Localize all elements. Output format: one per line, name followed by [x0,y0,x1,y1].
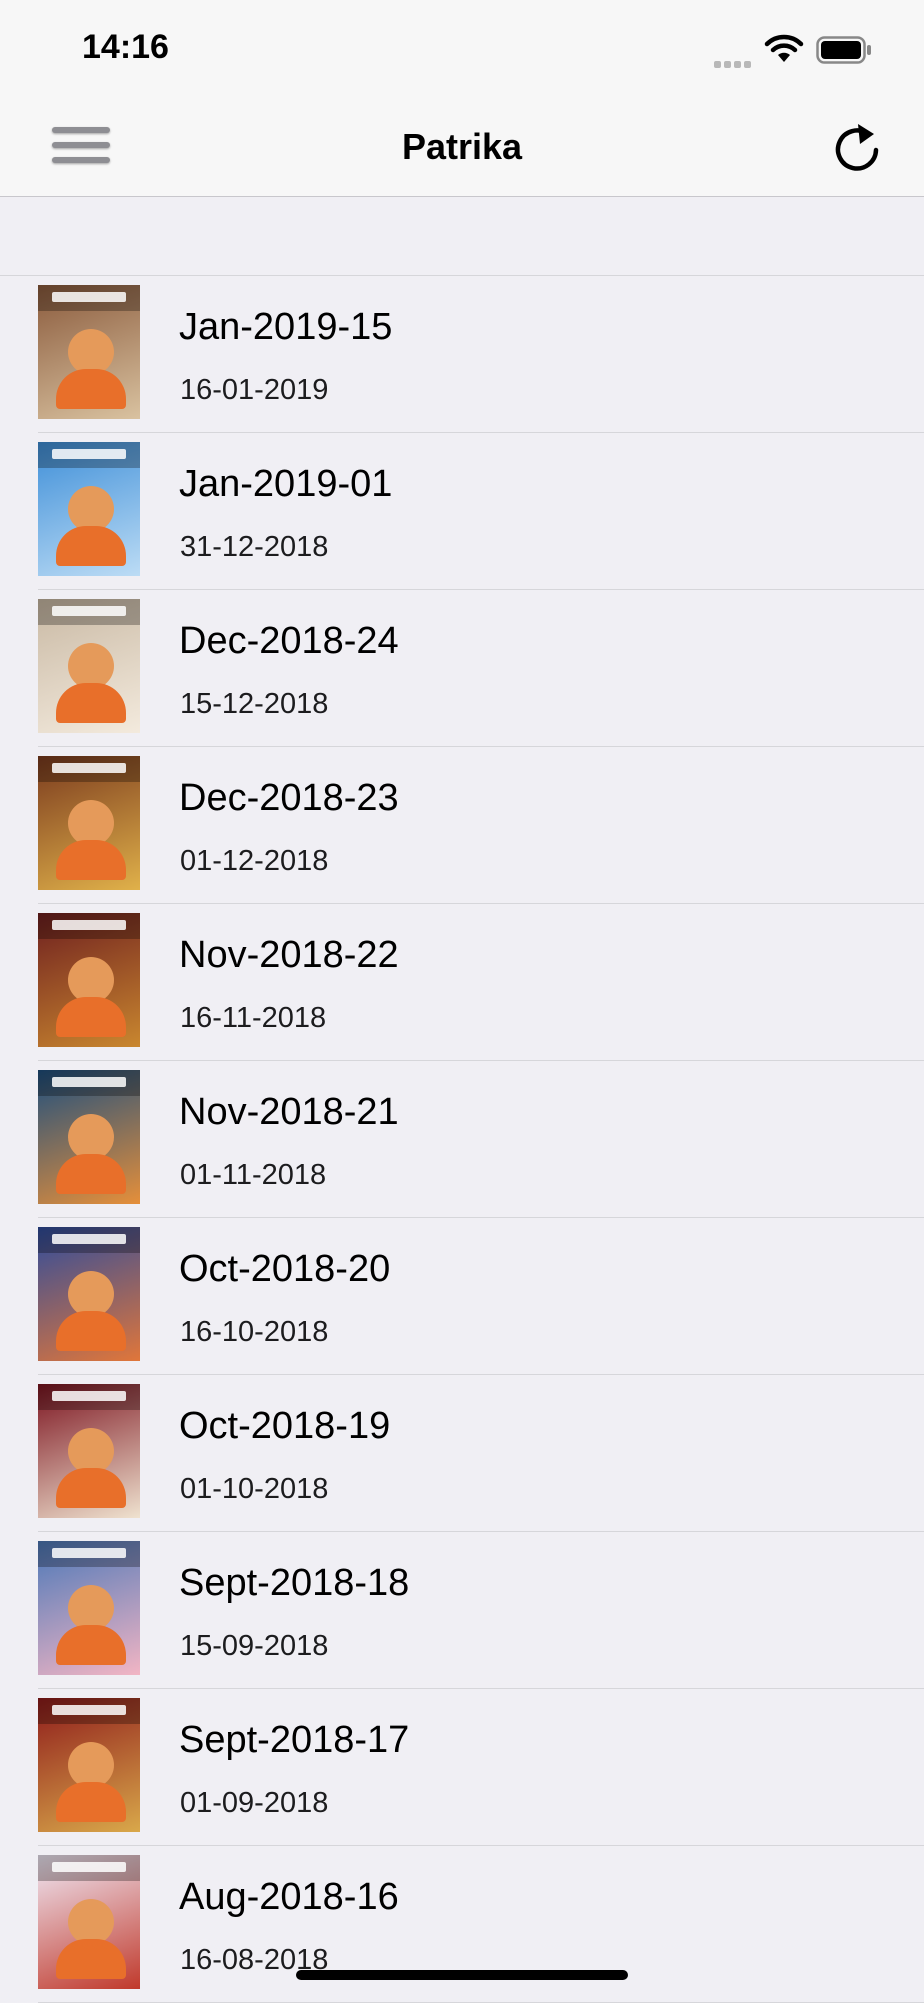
magazine-cover-thumbnail [38,1384,140,1518]
magazine-cover-thumbnail [38,1227,140,1361]
magazine-cover-thumbnail [38,1698,140,1832]
list-item[interactable]: Jan-2019-15 16-01-2019 [38,276,924,433]
magazine-cover-thumbnail [38,756,140,890]
cellular-signal-icon [714,55,754,68]
magazine-cover-thumbnail [38,1541,140,1675]
magazine-cover-thumbnail [38,913,140,1047]
issue-title: Oct-2018-20 [179,1248,391,1290]
issue-date: 15-09-2018 [180,1630,329,1662]
issue-title: Nov-2018-21 [179,1091,399,1133]
navigation-bar: Patrika [0,100,924,197]
issue-title: Nov-2018-22 [179,934,399,976]
issue-title: Sept-2018-17 [179,1719,410,1761]
issue-title: Jan-2019-15 [179,306,393,348]
issue-date: 31-12-2018 [180,531,329,563]
patrika-list: Jan-2019-15 16-01-2019 Jan-2019-01 31-12-20… [0,276,924,2003]
list-item[interactable]: Sept-2018-18 15-09-2018 [38,1532,924,1689]
magazine-cover-thumbnail [38,1070,140,1204]
issue-date: 16-01-2019 [180,374,329,406]
issue-date: 16-11-2018 [180,1002,327,1034]
refresh-icon[interactable] [830,120,884,176]
issue-date: 16-10-2018 [180,1316,329,1348]
list-item[interactable]: Dec-2018-23 01-12-2018 [38,747,924,904]
status-bar: 14:16 [0,0,924,100]
magazine-cover-thumbnail [38,599,140,733]
magazine-cover-thumbnail [38,1855,140,1989]
list-item[interactable]: Sept-2018-17 01-09-2018 [38,1689,924,1846]
magazine-cover-thumbnail [38,442,140,576]
wifi-icon [764,34,804,62]
issue-date: 01-10-2018 [180,1473,329,1505]
list-item[interactable]: Nov-2018-22 16-11-2018 [38,904,924,1061]
page-title: Patrika [401,126,523,167]
issue-date: 01-11-2018 [180,1159,327,1191]
battery-icon [816,36,871,64]
list-item[interactable]: Oct-2018-20 16-10-2018 [38,1218,924,1375]
magazine-cover-thumbnail [38,285,140,419]
issue-title: Dec-2018-23 [179,777,399,819]
home-indicator [296,1970,628,1980]
list-item[interactable]: Jan-2019-01 31-12-2018 [38,433,924,590]
issue-title: Aug-2018-16 [179,1876,399,1918]
issue-date: 15-12-2018 [180,688,329,720]
list-item[interactable]: Dec-2018-24 15-12-2018 [38,590,924,747]
issue-date: 01-12-2018 [180,845,329,877]
issue-title: Sept-2018-18 [179,1562,410,1604]
list-header-spacer [0,197,924,276]
issue-title: Oct-2018-19 [179,1405,391,1447]
issue-title: Dec-2018-24 [179,620,399,662]
status-time: 14:16 [82,28,169,66]
issue-date: 01-09-2018 [180,1787,329,1819]
list-item[interactable]: Nov-2018-21 01-11-2018 [38,1061,924,1218]
list-item[interactable]: Oct-2018-19 01-10-2018 [38,1375,924,1532]
issue-title: Jan-2019-01 [179,463,393,505]
